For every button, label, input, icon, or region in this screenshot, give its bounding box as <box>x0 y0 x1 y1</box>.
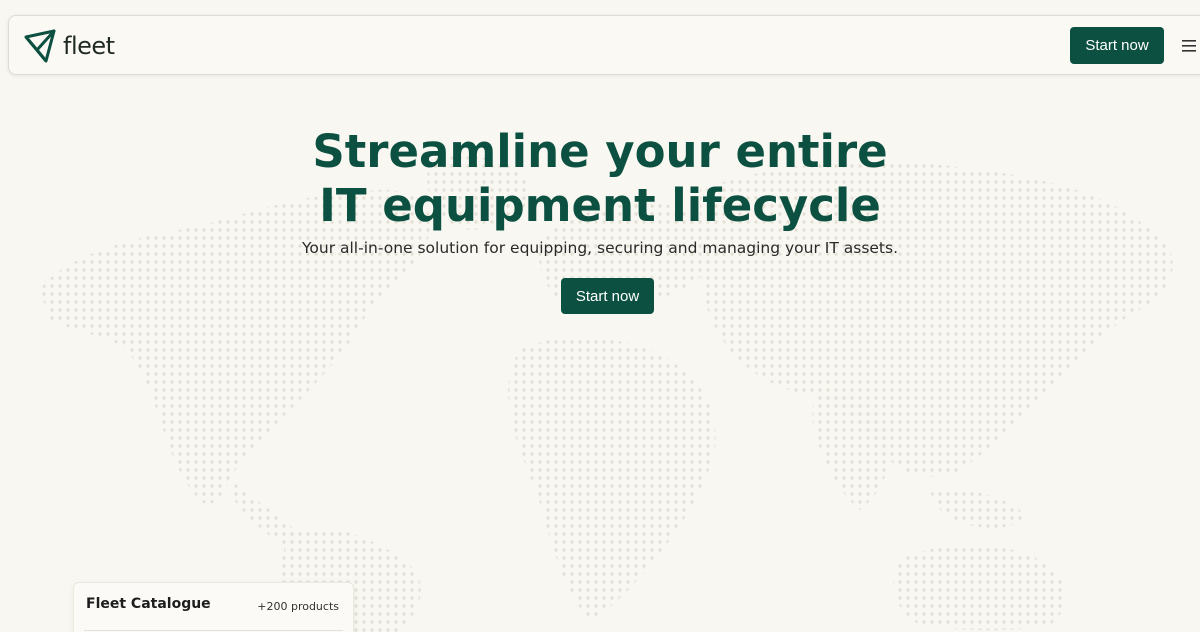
hero-title-line-1: Streamline your entire <box>312 125 888 178</box>
start-now-button[interactable]: Start now <box>1070 27 1164 64</box>
catalogue-title: Fleet Catalogue <box>86 596 211 612</box>
hamburger-menu-icon[interactable] <box>1177 37 1200 55</box>
catalogue-product-count: +200 products <box>257 600 339 613</box>
catalogue-divider <box>84 630 343 631</box>
paper-plane-logo-icon <box>24 29 56 63</box>
fleet-logo[interactable]: fleet <box>23 26 115 66</box>
hero-section: Streamline your entire IT equipment life… <box>0 125 1200 257</box>
logo-text: fleet <box>63 32 115 60</box>
hero-start-now-button[interactable]: Start now <box>561 278 654 314</box>
top-navigation-bar: fleet Start now <box>8 15 1200 75</box>
hero-subtitle: Your all-in-one solution for equipping, … <box>301 239 899 257</box>
fleet-catalogue-card[interactable]: Fleet Catalogue +200 products <box>73 582 354 632</box>
hero-title-line-2: IT equipment lifecycle <box>319 179 881 232</box>
hero-title: Streamline your entire IT equipment life… <box>0 125 1200 233</box>
